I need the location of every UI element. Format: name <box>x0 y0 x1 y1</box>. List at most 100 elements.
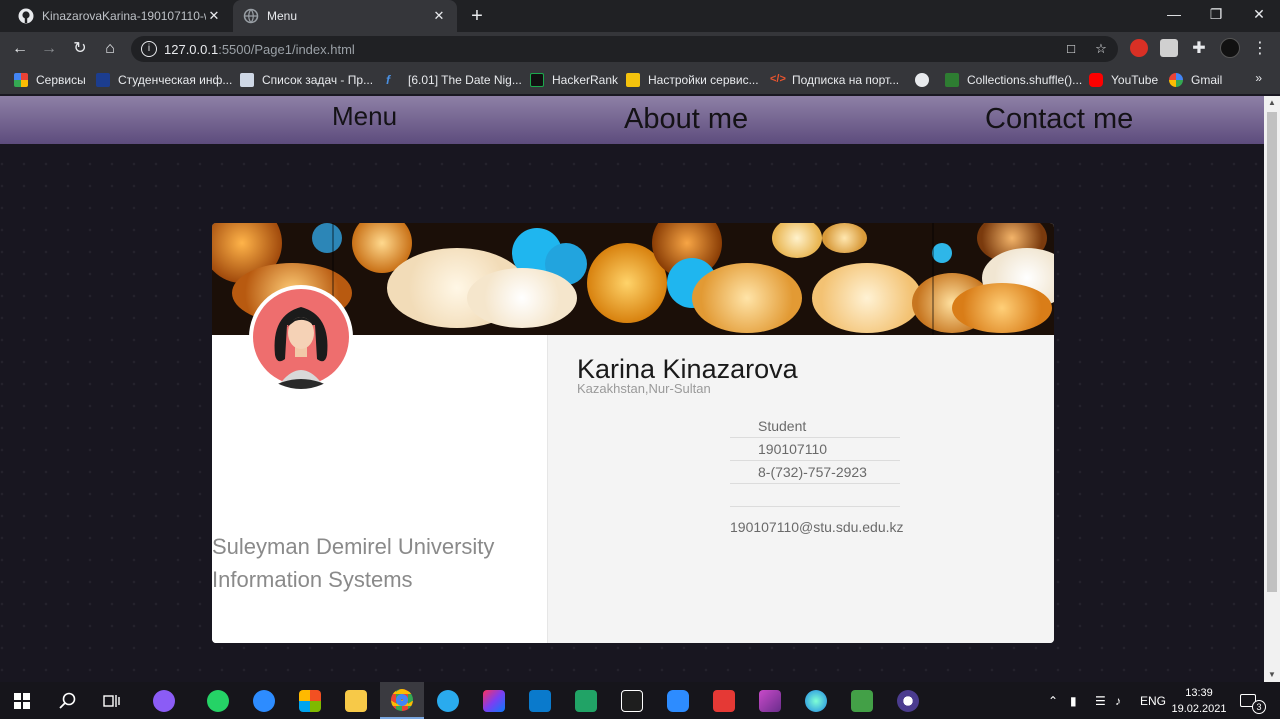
page-scrollbar[interactable]: ▲ ▼ <box>1264 96 1280 682</box>
youtube-icon <box>1089 73 1103 87</box>
alice-assistant-icon[interactable] <box>142 682 186 719</box>
extensions-puzzle-icon[interactable]: ✚ <box>1188 38 1210 60</box>
maximize-button[interactable]: ❐ <box>1196 0 1236 30</box>
bookmark-label: Сервисы <box>36 73 86 87</box>
close-window-button[interactable]: ✕ <box>1239 0 1279 30</box>
info-icon[interactable]: i <box>141 41 157 57</box>
scroll-up-arrow-icon[interactable]: ▲ <box>1264 96 1280 110</box>
tab-strip: KinazarovaKarina-190107110-we ✕ Menu ✕ +… <box>0 0 1280 32</box>
reload-icon[interactable]: ↻ <box>69 38 91 60</box>
task-view-icon[interactable] <box>90 682 134 719</box>
scrollbar-thumb[interactable] <box>1267 112 1277 592</box>
google-icon <box>1169 73 1183 87</box>
bookmark-service-settings[interactable]: Настройки сервис... <box>626 71 759 89</box>
more-bookmarks-chevron-icon[interactable]: » <box>1255 71 1262 85</box>
sdu-icon <box>96 73 110 87</box>
wifi-icon[interactable]: ☰ <box>1095 682 1106 719</box>
bookmark-label: YouTube <box>1111 73 1159 87</box>
nav-link-menu[interactable]: Menu <box>332 101 397 132</box>
profile-location: Kazakhstan,Nur-Sultan <box>577 381 711 396</box>
nav-link-contact-me[interactable]: Contact me <box>985 103 1133 136</box>
new-tab-button[interactable]: + <box>466 5 488 27</box>
bookmark-subscription[interactable]: </> Подписка на порт... <box>770 71 899 89</box>
screen-recorder-icon[interactable] <box>702 682 746 719</box>
intellij-icon[interactable] <box>472 682 516 719</box>
task-list-icon <box>240 73 254 87</box>
profile-avatar-icon[interactable] <box>1220 38 1240 58</box>
bookmark-hackerrank[interactable]: HackerRank <box>530 71 618 89</box>
windows-taskbar: ⌃ ▮ ☰ ♪ ENG 13:39 19.02.2021 3 <box>0 682 1280 719</box>
tab-menu[interactable]: Menu ✕ <box>233 0 457 32</box>
media-player-icon[interactable] <box>840 682 884 719</box>
eclipse-icon[interactable] <box>886 682 930 719</box>
orb-app-icon[interactable] <box>794 682 838 719</box>
clock-time: 13:39 <box>1185 687 1213 699</box>
address-bar[interactable]: i 127.0.0.1:5500/Page1/index.html □ ☆ <box>131 36 1118 62</box>
github-icon <box>18 8 34 24</box>
url-text[interactable]: 127.0.0.1:5500/Page1/index.html <box>164 42 355 57</box>
bookmark-student-info[interactable]: Студенческая инф... <box>96 71 232 89</box>
bookmark-label: Список задач - Пр... <box>262 73 374 87</box>
chrome-icon[interactable] <box>380 682 424 719</box>
minimize-button[interactable]: — <box>1154 0 1194 30</box>
bookmark-task-list[interactable]: Список задач - Пр... <box>240 71 373 89</box>
more-options-icon[interactable]: ⋮ <box>1249 38 1271 60</box>
bookmark-web[interactable] <box>915 71 937 89</box>
globe-icon <box>243 8 259 24</box>
university-name: Suleyman Demirel University <box>212 534 495 559</box>
taskbar-clock[interactable]: 13:39 19.02.2021 <box>1170 685 1228 717</box>
bookmark-apps[interactable]: Сервисы <box>14 71 86 89</box>
education-info: Suleyman Demirel University Information … <box>212 530 542 596</box>
notebook-icon[interactable] <box>610 682 654 719</box>
tab-title: KinazarovaKarina-190107110-we <box>42 9 206 23</box>
windows-start-icon[interactable] <box>0 682 44 719</box>
whatsapp-icon[interactable] <box>196 682 240 719</box>
microsoft-store-icon[interactable] <box>288 682 332 719</box>
bookmark-label: Gmail <box>1191 73 1223 87</box>
mathcad-icon[interactable] <box>748 682 792 719</box>
translate-icon[interactable]: □ <box>1062 40 1080 58</box>
bookmark-gmail[interactable]: Gmail <box>1169 71 1222 89</box>
vscode-icon[interactable] <box>518 682 562 719</box>
extension-red-icon[interactable] <box>1130 39 1148 57</box>
profile-avatar <box>249 285 353 389</box>
site-navbar: Menu About me Contact me <box>0 96 1264 144</box>
zoom-meetings-icon[interactable] <box>656 682 700 719</box>
action-center-icon[interactable]: 3 <box>1240 682 1266 719</box>
bookmark-date-night[interactable]: f [6.01] The Date Nig... <box>386 71 522 89</box>
close-tab-icon[interactable]: ✕ <box>431 8 447 24</box>
info-row-phone: 8-(732)-757-2923 <box>730 462 900 484</box>
forward-arrow-icon[interactable]: → <box>38 38 60 60</box>
info-row-role: Student <box>730 416 900 438</box>
bookmark-star-icon[interactable]: ☆ <box>1092 40 1110 58</box>
bookmark-label: Collections.shuffle()... <box>967 73 1083 87</box>
language-indicator[interactable]: ENG <box>1140 682 1166 719</box>
info-row-id: 190107110 <box>730 439 900 461</box>
profile-email[interactable]: 190107110@stu.sdu.edu.kz <box>730 519 904 535</box>
battery-icon[interactable]: ▮ <box>1070 682 1077 719</box>
tray-overflow-chevron-icon[interactable]: ⌃ <box>1048 682 1058 719</box>
excel-like-icon[interactable] <box>564 682 608 719</box>
hackerrank-icon <box>530 73 544 87</box>
home-icon[interactable]: ⌂ <box>99 38 121 60</box>
apps-grid-icon <box>14 73 28 87</box>
volume-icon[interactable]: ♪ <box>1115 682 1121 719</box>
telegram-icon[interactable] <box>426 682 470 719</box>
tab-github-repo[interactable]: KinazarovaKarina-190107110-we ✕ <box>8 0 232 32</box>
card-left-column: Suleyman Demirel University Information … <box>212 335 547 643</box>
phone-text: 8-(732)-757-2923 <box>758 464 867 480</box>
file-explorer-icon[interactable] <box>334 682 378 719</box>
search-icon[interactable] <box>46 682 90 719</box>
zoom-app-icon[interactable] <box>242 682 286 719</box>
close-tab-icon[interactable]: ✕ <box>206 8 222 24</box>
bookmarks-bar: Сервисы Студенческая инф... Список задач… <box>0 66 1280 94</box>
bookmark-collections-shuffle[interactable]: Collections.shuffle()... <box>945 71 1082 89</box>
back-arrow-icon[interactable]: ← <box>9 38 31 60</box>
url-path: :5500/Page1/index.html <box>218 42 355 57</box>
nav-link-about-me[interactable]: About me <box>624 103 748 136</box>
extension-grey-icon[interactable] <box>1160 39 1178 57</box>
scroll-down-arrow-icon[interactable]: ▼ <box>1264 668 1280 682</box>
role-text: Student <box>758 418 807 434</box>
code-icon: </> <box>770 73 786 85</box>
bookmark-youtube[interactable]: YouTube <box>1089 71 1158 89</box>
